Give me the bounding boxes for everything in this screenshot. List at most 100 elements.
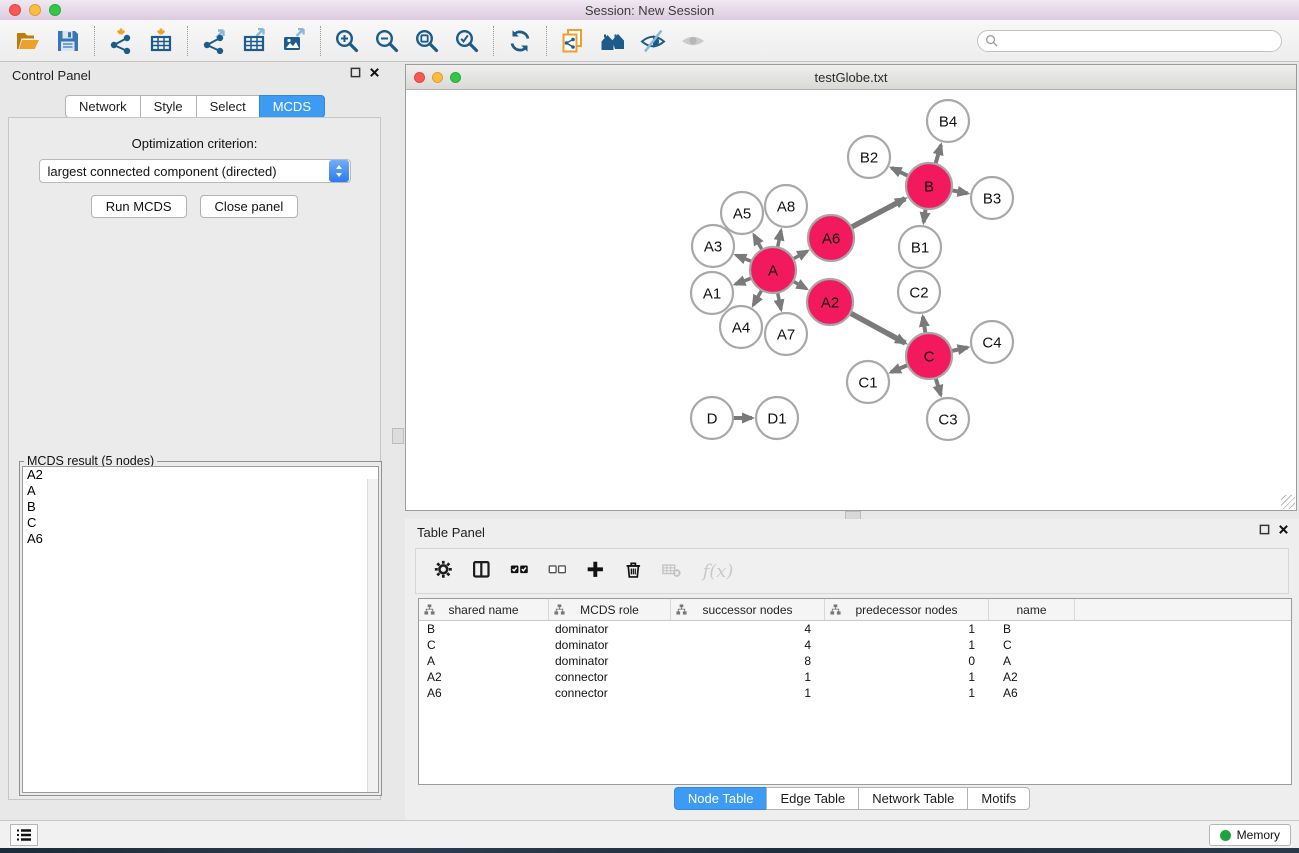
cell-successor-nodes[interactable]: 4 bbox=[671, 622, 825, 636]
graph-node-D1[interactable]: D1 bbox=[756, 397, 798, 439]
graph-node-C2[interactable]: C2 bbox=[898, 271, 940, 313]
cell-successor-nodes[interactable]: 4 bbox=[671, 638, 825, 652]
delete-column-button[interactable] bbox=[622, 558, 648, 584]
graph-node-A5[interactable]: A5 bbox=[721, 192, 763, 234]
cell-shared-name[interactable]: C bbox=[419, 638, 549, 652]
graph-node-C4[interactable]: C4 bbox=[971, 321, 1013, 363]
search-input[interactable] bbox=[1002, 33, 1281, 49]
cell-predecessor-nodes[interactable]: 1 bbox=[825, 670, 989, 684]
zoom-fit-button[interactable] bbox=[407, 24, 447, 58]
graph-node-A7[interactable]: A7 bbox=[765, 313, 807, 355]
mcds-result-item[interactable]: C bbox=[23, 515, 378, 531]
close-table-panel-icon[interactable] bbox=[1278, 524, 1289, 535]
open-session-button[interactable] bbox=[8, 24, 48, 58]
graph-node-B1[interactable]: B1 bbox=[899, 226, 941, 268]
cell-successor-nodes[interactable]: 1 bbox=[671, 686, 825, 700]
refresh-button[interactable] bbox=[500, 24, 540, 58]
graph-node-A[interactable]: A bbox=[750, 247, 796, 293]
cell-predecessor-nodes[interactable]: 1 bbox=[825, 622, 989, 636]
export-table-button[interactable] bbox=[234, 24, 274, 58]
export-image-button[interactable] bbox=[274, 24, 314, 58]
optimization-criterion-select[interactable]: largest connected component (directed) bbox=[39, 159, 351, 183]
save-session-button[interactable] bbox=[48, 24, 88, 58]
zoom-in-button[interactable] bbox=[327, 24, 367, 58]
column-selector-button[interactable] bbox=[470, 558, 496, 584]
delete-table-button[interactable] bbox=[660, 558, 686, 584]
tab-edge-table[interactable]: Edge Table bbox=[766, 787, 859, 810]
float-panel-icon[interactable] bbox=[350, 67, 361, 78]
graph-node-A6[interactable]: A6 bbox=[808, 215, 854, 261]
graph-node-C3[interactable]: C3 bbox=[927, 398, 969, 440]
mcds-result-item[interactable]: A bbox=[23, 483, 378, 499]
zoom-selected-button[interactable] bbox=[447, 24, 487, 58]
mcds-result-item[interactable]: B bbox=[23, 499, 378, 515]
search-box[interactable] bbox=[977, 30, 1282, 52]
graph-node-A3[interactable]: A3 bbox=[692, 225, 734, 267]
column-header-shared-name[interactable]: shared name bbox=[419, 599, 549, 620]
cell-name[interactable]: A6 bbox=[989, 686, 1075, 700]
select-all-rows-button[interactable] bbox=[508, 558, 534, 584]
cell-name[interactable]: C bbox=[989, 638, 1075, 652]
column-header-successor-nodes[interactable]: successor nodes bbox=[671, 599, 825, 620]
zoom-out-button[interactable] bbox=[367, 24, 407, 58]
graph-node-C[interactable]: C bbox=[906, 333, 952, 379]
tab-network[interactable]: Network bbox=[65, 95, 141, 118]
cell-MCDS-role[interactable]: connector bbox=[549, 670, 671, 684]
graph-node-A8[interactable]: A8 bbox=[765, 185, 807, 227]
network-window-titlebar[interactable]: testGlobe.txt bbox=[406, 65, 1296, 90]
horizontal-split-divider[interactable] bbox=[405, 511, 1299, 519]
vertical-divider-handle[interactable] bbox=[392, 428, 404, 444]
graph-node-B2[interactable]: B2 bbox=[848, 136, 890, 178]
close-panel-icon[interactable] bbox=[369, 67, 380, 78]
graph-node-D[interactable]: D bbox=[691, 397, 733, 439]
tab-select[interactable]: Select bbox=[196, 95, 260, 118]
hide-graphics-details-button[interactable] bbox=[633, 24, 673, 58]
graph-node-A2[interactable]: A2 bbox=[807, 279, 853, 325]
graph-node-A1[interactable]: A1 bbox=[691, 272, 733, 314]
cell-shared-name[interactable]: A6 bbox=[419, 686, 549, 700]
table-row[interactable]: Cdominator41C bbox=[419, 637, 1291, 653]
home-button[interactable] bbox=[593, 24, 633, 58]
deselect-all-rows-button[interactable] bbox=[546, 558, 572, 584]
cell-successor-nodes[interactable]: 1 bbox=[671, 670, 825, 684]
copy-network-button[interactable] bbox=[553, 24, 593, 58]
tab-style[interactable]: Style bbox=[140, 95, 197, 118]
cell-shared-name[interactable]: B bbox=[419, 622, 549, 636]
tab-node-table[interactable]: Node Table bbox=[674, 787, 768, 810]
table-row[interactable]: Bdominator41B bbox=[419, 621, 1291, 637]
cell-name[interactable]: A bbox=[989, 654, 1075, 668]
export-network-button[interactable] bbox=[194, 24, 234, 58]
network-canvas[interactable]: B4B2BB3A8A5A6A3B1AA1C2A2A4A7C4CC1C3DD1 bbox=[407, 90, 1295, 509]
vertical-split-divider[interactable] bbox=[390, 62, 405, 820]
task-history-button[interactable] bbox=[10, 824, 38, 846]
column-header-name[interactable]: name bbox=[989, 599, 1075, 620]
cell-MCDS-role[interactable]: dominator bbox=[549, 638, 671, 652]
tab-network-table[interactable]: Network Table bbox=[858, 787, 968, 810]
cell-shared-name[interactable]: A2 bbox=[419, 670, 549, 684]
table-row[interactable]: A6connector11A6 bbox=[419, 685, 1291, 701]
cell-name[interactable]: A2 bbox=[989, 670, 1075, 684]
import-table-button[interactable] bbox=[141, 24, 181, 58]
table-settings-button[interactable] bbox=[432, 558, 458, 584]
mcds-result-item[interactable]: A2 bbox=[23, 467, 378, 483]
cell-name[interactable]: B bbox=[989, 622, 1075, 636]
column-header-predecessor-nodes[interactable]: predecessor nodes bbox=[825, 599, 989, 620]
float-table-panel-icon[interactable] bbox=[1259, 524, 1270, 535]
function-builder-button[interactable]: f(x) bbox=[698, 558, 738, 584]
table-row[interactable]: Adominator80A bbox=[419, 653, 1291, 669]
graph-node-A4[interactable]: A4 bbox=[720, 306, 762, 348]
cell-predecessor-nodes[interactable]: 1 bbox=[825, 638, 989, 652]
column-header-MCDS-role[interactable]: MCDS role bbox=[549, 599, 671, 620]
cell-predecessor-nodes[interactable]: 0 bbox=[825, 654, 989, 668]
tab-motifs[interactable]: Motifs bbox=[967, 787, 1030, 810]
cell-MCDS-role[interactable]: dominator bbox=[549, 654, 671, 668]
tab-mcds[interactable]: MCDS bbox=[259, 95, 325, 118]
graph-node-B[interactable]: B bbox=[906, 163, 952, 209]
result-list-scrollbar[interactable] bbox=[367, 479, 378, 792]
run-mcds-button[interactable]: Run MCDS bbox=[91, 195, 187, 218]
window-resize-grip[interactable] bbox=[1281, 495, 1295, 509]
memory-button[interactable]: Memory bbox=[1209, 824, 1291, 846]
cell-MCDS-role[interactable]: connector bbox=[549, 686, 671, 700]
show-graphics-details-button[interactable] bbox=[673, 24, 713, 58]
mcds-result-item[interactable]: A6 bbox=[23, 531, 378, 547]
